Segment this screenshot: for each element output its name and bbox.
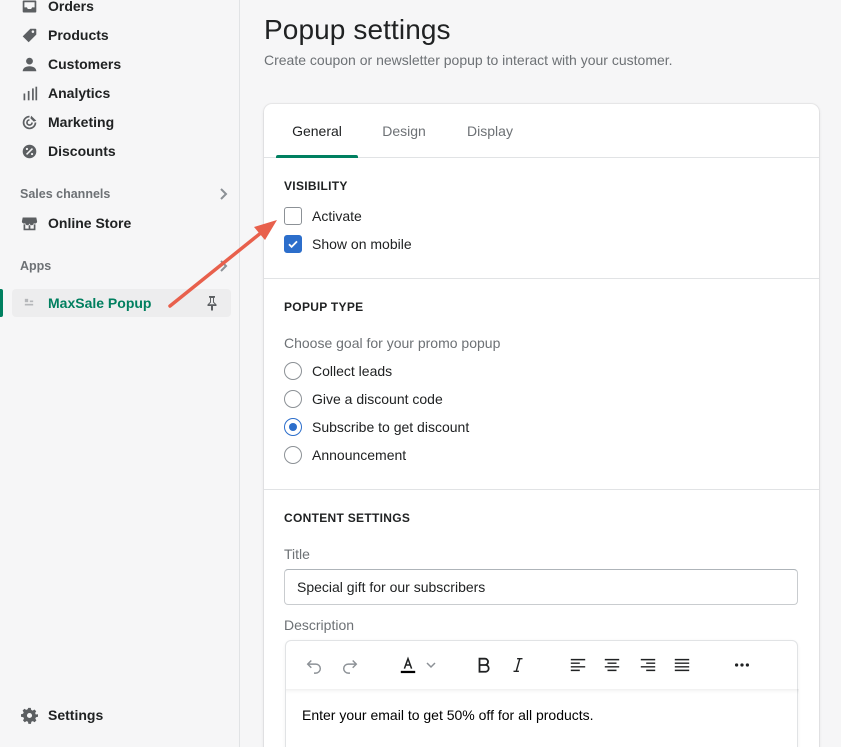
more-options-icon[interactable] bbox=[732, 655, 752, 675]
radio-discount-code-row[interactable]: Give a discount code bbox=[284, 388, 443, 410]
sidebar-item-label: Online Store bbox=[48, 215, 132, 231]
pin-icon[interactable] bbox=[205, 295, 219, 311]
page-title: Popup settings bbox=[264, 14, 451, 45]
radio-announcement-row[interactable]: Announcement bbox=[284, 444, 406, 466]
active-indicator bbox=[0, 289, 3, 317]
tab-bar: General Design Display bbox=[264, 104, 819, 158]
settings-card: General Design Display VISIBILITY Activa… bbox=[264, 104, 819, 747]
text-color-icon[interactable] bbox=[398, 655, 418, 675]
sidebar-item-settings[interactable]: Settings bbox=[12, 701, 230, 729]
sidebar-item-marketing[interactable]: Marketing bbox=[12, 108, 230, 136]
apps-label: Apps bbox=[20, 259, 52, 273]
inbox-icon bbox=[20, 0, 38, 15]
sidebar-item-maxsale-popup[interactable]: MaxSale Popup bbox=[12, 289, 231, 317]
page-subtitle: Create coupon or newsletter popup to int… bbox=[264, 52, 673, 68]
chevron-right-icon bbox=[220, 188, 228, 200]
description-editor[interactable]: Enter your email to get 50% off for all … bbox=[285, 640, 798, 747]
sidebar-item-label: Customers bbox=[48, 56, 122, 72]
show-on-mobile-checkbox-row[interactable]: Show on mobile bbox=[284, 233, 412, 255]
show-on-mobile-checkbox[interactable] bbox=[284, 235, 302, 253]
sidebar-item-discounts[interactable]: Discounts bbox=[12, 137, 230, 165]
visibility-heading: VISIBILITY bbox=[284, 179, 348, 193]
sales-channels-header[interactable]: Sales channels bbox=[20, 187, 230, 201]
tab-design[interactable]: Design bbox=[370, 104, 438, 158]
content-settings-heading: CONTENT SETTINGS bbox=[284, 511, 411, 525]
tab-general[interactable]: General bbox=[276, 104, 358, 158]
radio-label: Collect leads bbox=[312, 363, 393, 379]
align-right-icon[interactable] bbox=[638, 655, 658, 675]
show-on-mobile-label: Show on mobile bbox=[312, 236, 412, 252]
activate-checkbox[interactable] bbox=[284, 207, 302, 225]
description-field-label: Description bbox=[284, 617, 355, 633]
discount-icon bbox=[20, 142, 38, 160]
description-text[interactable]: Enter your email to get 50% off for all … bbox=[286, 689, 799, 747]
radio-announcement[interactable] bbox=[284, 446, 302, 464]
align-justify-icon[interactable] bbox=[672, 655, 692, 675]
sidebar-item-label: Analytics bbox=[48, 85, 111, 101]
bar-chart-icon bbox=[20, 84, 38, 102]
tab-display[interactable]: Display bbox=[454, 104, 526, 158]
title-field-label: Title bbox=[284, 546, 310, 562]
redo-icon[interactable] bbox=[340, 655, 360, 675]
sidebar-item-online-store[interactable]: Online Store bbox=[12, 209, 230, 237]
apps-header[interactable]: Apps bbox=[20, 259, 230, 273]
sidebar: Orders Products Customers Analytics Mark… bbox=[0, 0, 240, 747]
divider bbox=[264, 489, 819, 490]
store-icon bbox=[20, 214, 38, 232]
radio-label: Announcement bbox=[312, 447, 407, 463]
sidebar-item-analytics[interactable]: Analytics bbox=[12, 79, 230, 107]
checkmark-icon bbox=[288, 240, 298, 249]
sidebar-item-customers[interactable]: Customers bbox=[12, 50, 230, 78]
editor-toolbar bbox=[286, 641, 799, 689]
main-content: Popup settings Create coupon or newslett… bbox=[241, 0, 841, 747]
radio-subscribe-row[interactable]: Subscribe to get discount bbox=[284, 416, 469, 438]
radio-subscribe[interactable] bbox=[284, 418, 302, 436]
gear-icon bbox=[20, 706, 38, 724]
sidebar-item-label: Marketing bbox=[48, 114, 115, 130]
sidebar-item-label: MaxSale Popup bbox=[48, 295, 152, 311]
sidebar-item-label: Orders bbox=[48, 0, 94, 14]
radio-collect-leads[interactable] bbox=[284, 362, 302, 380]
chevron-down-icon[interactable] bbox=[424, 655, 438, 675]
radio-label: Give a discount code bbox=[312, 391, 443, 407]
activate-label: Activate bbox=[312, 208, 362, 224]
bold-icon[interactable] bbox=[474, 655, 494, 675]
target-icon bbox=[20, 113, 38, 131]
radio-collect-leads-row[interactable]: Collect leads bbox=[284, 360, 392, 382]
italic-icon[interactable] bbox=[508, 655, 528, 675]
popup-type-hint: Choose goal for your promo popup bbox=[284, 335, 501, 351]
person-icon bbox=[20, 55, 38, 73]
sales-channels-label: Sales channels bbox=[20, 187, 111, 201]
align-center-icon[interactable] bbox=[602, 655, 622, 675]
sidebar-item-label: Discounts bbox=[48, 143, 116, 159]
app-logo-icon bbox=[20, 294, 38, 312]
align-left-icon[interactable] bbox=[568, 655, 588, 675]
app-root: Orders Products Customers Analytics Mark… bbox=[0, 0, 841, 747]
tag-icon bbox=[20, 26, 38, 44]
popup-type-heading: POPUP TYPE bbox=[284, 300, 364, 314]
divider bbox=[264, 278, 819, 279]
active-tab-indicator bbox=[276, 155, 358, 158]
chevron-right-icon bbox=[220, 260, 228, 272]
radio-discount-code[interactable] bbox=[284, 390, 302, 408]
title-input[interactable]: Special gift for our subscribers bbox=[284, 569, 798, 605]
activate-checkbox-row[interactable]: Activate bbox=[284, 205, 362, 227]
radio-label: Subscribe to get discount bbox=[312, 419, 470, 435]
sidebar-item-label: Products bbox=[48, 27, 109, 43]
sidebar-item-products[interactable]: Products bbox=[12, 21, 230, 49]
undo-icon[interactable] bbox=[304, 655, 324, 675]
sidebar-item-orders[interactable]: Orders bbox=[12, 0, 230, 20]
sidebar-item-label: Settings bbox=[48, 707, 104, 723]
